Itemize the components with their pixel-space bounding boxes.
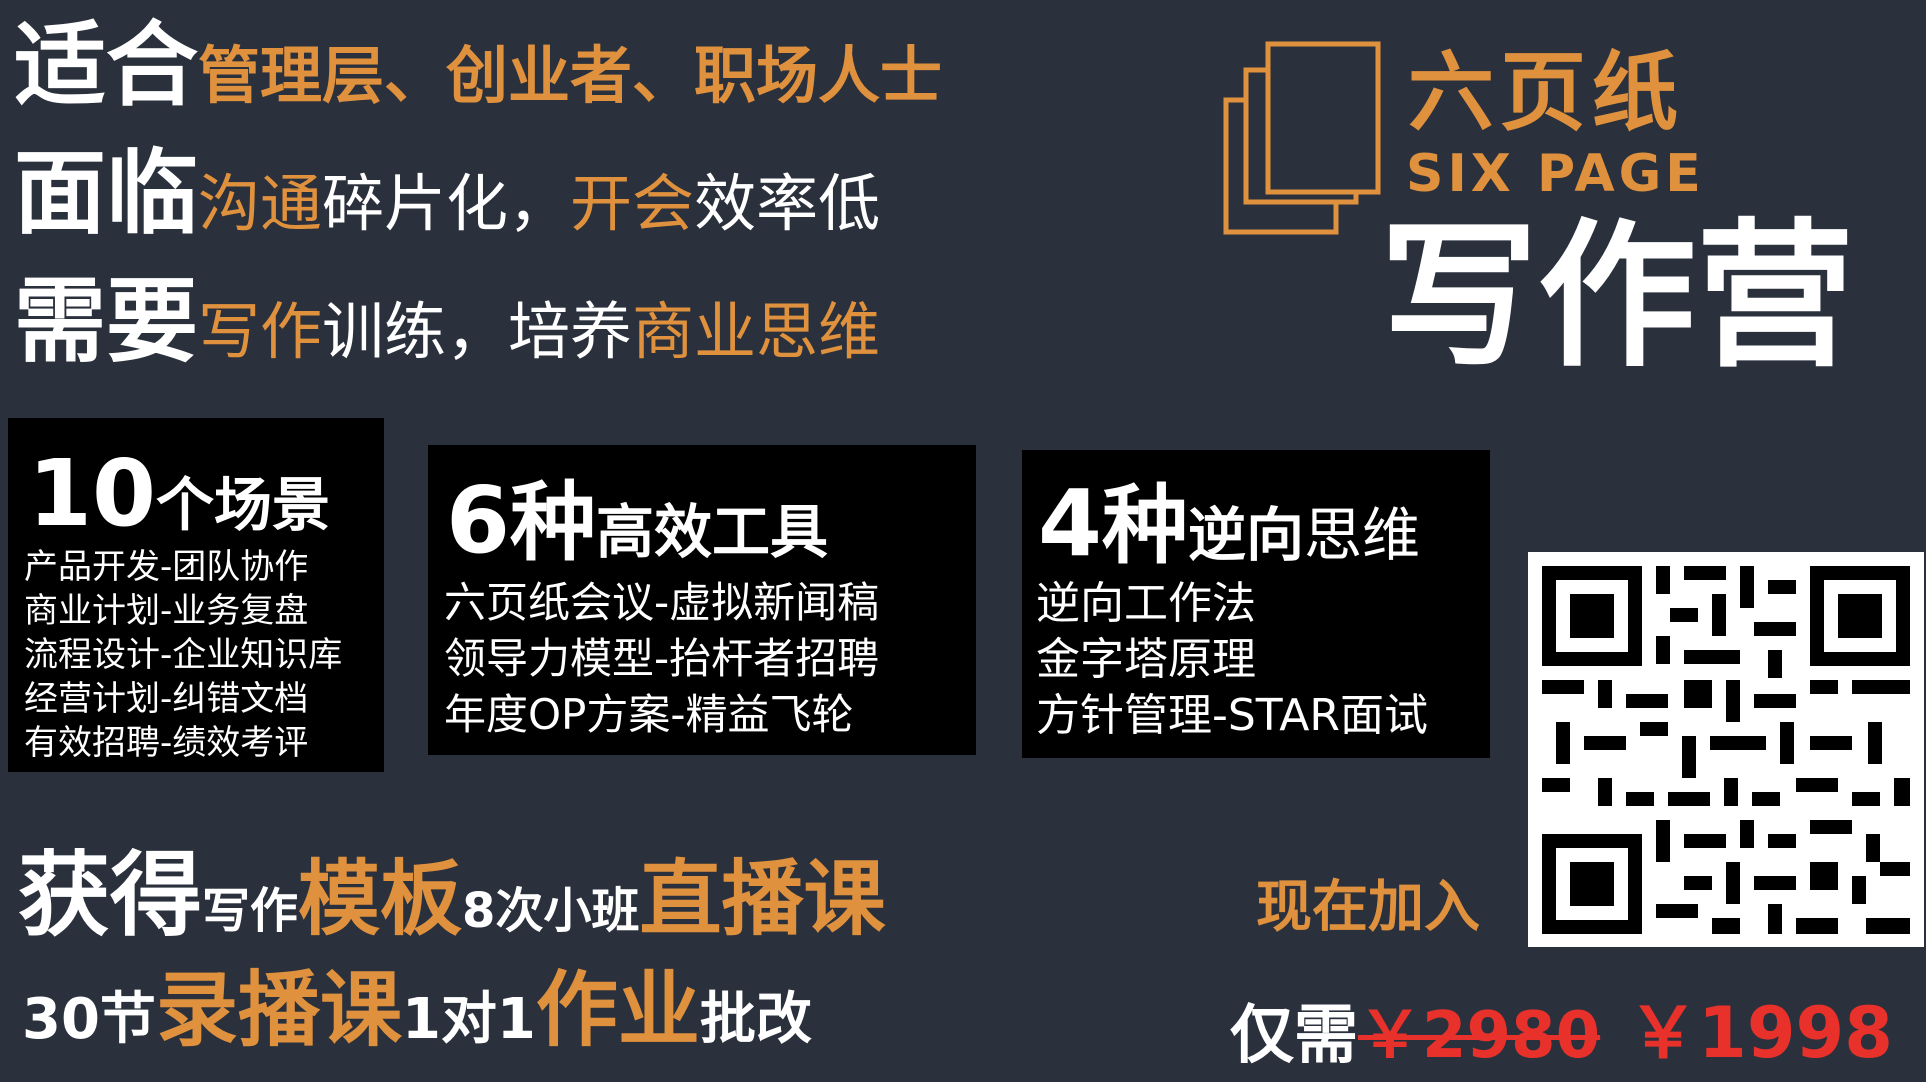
reverse-unit: 种 xyxy=(1102,476,1189,576)
benefit-one-on-one: 1对1 xyxy=(401,987,536,1052)
benefits-row-1: 获得写作模板8次小班直播课 xyxy=(18,850,885,942)
list-item: 有效招聘-绩效考评 xyxy=(24,723,309,763)
headline-facing-b: 碎片化， xyxy=(322,167,571,240)
headline-facing: 面临沟通碎片化，开会效率低 xyxy=(14,148,880,240)
reverse-thinking-box: 4种逆向思维 逆向工作法 金字塔原理 方针管理-STAR面试 xyxy=(1022,450,1490,758)
qr-code-icon[interactable] xyxy=(1528,552,1924,947)
tools-list: 六页纸会议-虚拟新闻稿 领导力模型-抬杆者招聘 年度OP方案-精益飞轮 xyxy=(444,575,879,743)
benefits-row-2: 30节录播课1对1作业批改 xyxy=(22,970,812,1052)
headline-suitable-audience: 管理层、创业者、职场人士 xyxy=(198,39,943,112)
tools-unit: 种 xyxy=(510,473,597,573)
headline-need-c: 商业思维 xyxy=(632,295,881,368)
scenarios-count: 10 xyxy=(28,440,157,547)
benefit-recorded-course: 录播课 xyxy=(155,963,402,1058)
headline-need-key: 需要 xyxy=(14,268,199,375)
headline-suitable-key: 适合 xyxy=(14,12,199,119)
old-price: ￥2980 xyxy=(1358,999,1601,1073)
list-item: 年度OP方案-精益飞轮 xyxy=(444,690,854,739)
benefit-30-sessions: 30节 xyxy=(22,987,156,1052)
benefit-templates: 模板 xyxy=(298,852,463,947)
benefit-homework: 作业 xyxy=(535,963,700,1058)
benefit-small-class: 8次小班 xyxy=(462,883,640,939)
reverse-thinking-heading: 4种逆向思维 xyxy=(1038,478,1420,570)
stacked-pages-icon xyxy=(1223,41,1381,235)
tools-count: 6 xyxy=(446,467,511,574)
scenarios-heading: 10个场景 xyxy=(28,448,330,540)
tools-heading: 6种高效工具 xyxy=(446,475,828,567)
new-price: ￥1998 xyxy=(1628,992,1893,1074)
tools-box: 6种高效工具 六页纸会议-虚拟新闻稿 领导力模型-抬杆者招聘 年度OP方案-精益… xyxy=(428,445,976,755)
price-label: 仅需 xyxy=(1230,999,1358,1073)
list-item: 六页纸会议-虚拟新闻稿 xyxy=(444,578,880,627)
price-line: 仅需￥2980 ￥1998 xyxy=(1230,998,1893,1068)
reverse-title-b: 思维 xyxy=(1304,501,1421,569)
benefits-key: 获得 xyxy=(18,842,203,949)
tools-title: 高效工具 xyxy=(596,498,829,566)
list-item: 产品开发-团队协作 xyxy=(24,547,309,587)
headline-need: 需要写作训练，培养商业思维 xyxy=(14,276,880,368)
list-item: 流程设计-企业知识库 xyxy=(24,635,343,675)
scenarios-unit: 个场景 xyxy=(156,471,331,539)
list-item: 领导力模型-抬杆者招聘 xyxy=(444,634,880,683)
list-item: 方针管理-STAR面试 xyxy=(1036,690,1428,741)
headline-suitable: 适合管理层、创业者、职场人士 xyxy=(14,20,942,112)
headline-facing-key: 面临 xyxy=(14,140,199,247)
logo-english: SIX PAGE xyxy=(1406,144,1705,204)
join-now-button[interactable]: 现在加入 xyxy=(1256,880,1480,936)
writing-camp-title: 写作营 xyxy=(1380,205,1854,389)
list-item: 经营计划-纠错文档 xyxy=(24,679,309,719)
headline-need-a: 写作 xyxy=(198,295,323,368)
reverse-count: 4 xyxy=(1038,470,1103,577)
headline-facing-c: 开会 xyxy=(570,167,695,240)
headline-facing-d: 效率低 xyxy=(694,167,881,240)
reverse-title-a: 逆向 xyxy=(1188,501,1305,569)
scenarios-box: 10个场景 产品开发-团队协作 商业计划-业务复盘 流程设计-企业知识库 经营计… xyxy=(8,418,384,772)
list-item: 金字塔原理 xyxy=(1036,634,1256,685)
headline-need-b: 训练，培养 xyxy=(322,295,633,368)
headline-facing-a: 沟通 xyxy=(198,167,323,240)
qr-code-graphic xyxy=(1528,552,1924,947)
list-item: 商业计划-业务复盘 xyxy=(24,591,309,631)
logo-chinese: 六页纸 xyxy=(1408,43,1684,143)
benefit-writing: 写作 xyxy=(202,883,299,939)
benefit-review: 批改 xyxy=(699,987,812,1052)
reverse-thinking-list: 逆向工作法 金字塔原理 方针管理-STAR面试 xyxy=(1036,576,1428,744)
scenarios-list: 产品开发-团队协作 商业计划-业务复盘 流程设计-企业知识库 经营计划-纠错文档… xyxy=(24,546,342,766)
benefit-live-course: 直播课 xyxy=(639,852,886,947)
list-item: 逆向工作法 xyxy=(1036,578,1256,629)
